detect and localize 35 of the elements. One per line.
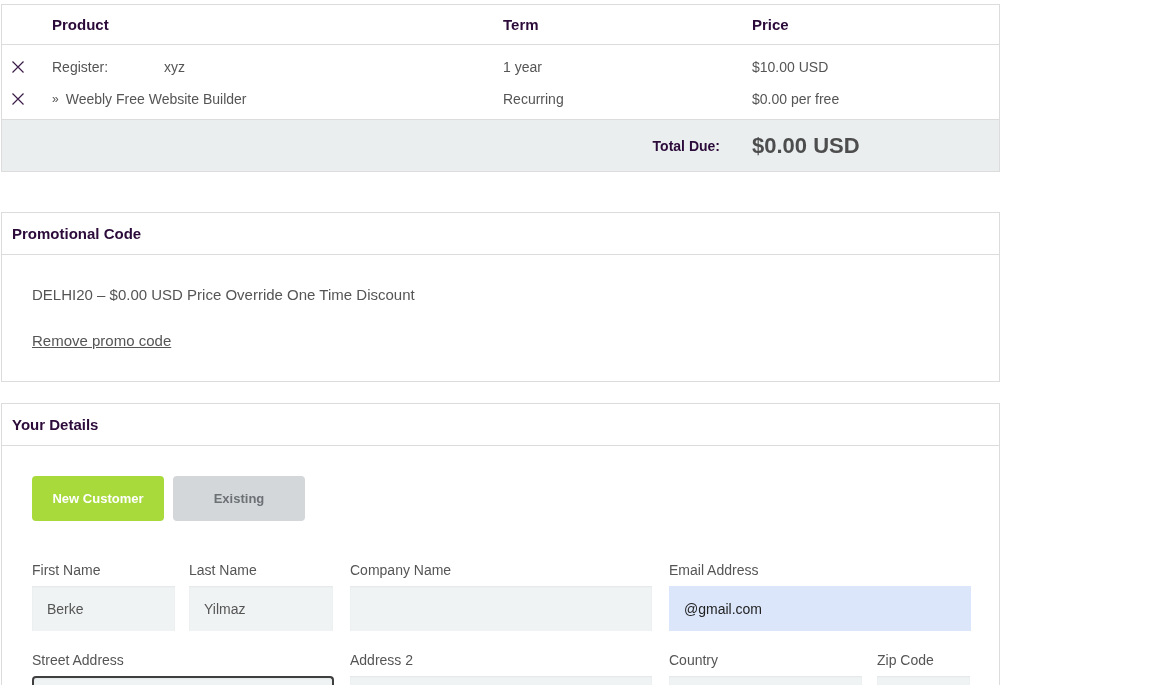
total-amount: $0.00 USD <box>752 132 860 159</box>
column-header: Term <box>503 16 539 33</box>
field-label: Last Name <box>189 561 258 579</box>
card-title: Promotional Code <box>12 225 142 242</box>
column-header: Product <box>52 16 109 33</box>
term-cell: Recurring <box>503 91 564 107</box>
input-field[interactable] <box>350 586 652 631</box>
input-field[interactable] <box>32 676 334 685</box>
field-label: Address 2 <box>350 651 415 669</box>
product-name: Weebly Free Website Builder <box>65 91 247 107</box>
input-field[interactable] <box>350 676 652 685</box>
term-cell: 1 year <box>503 59 542 75</box>
cross-icon[interactable] <box>12 61 24 73</box>
field-label: Country <box>669 651 720 669</box>
input-field[interactable]: Berke <box>32 586 175 631</box>
addon-prefix: » <box>52 92 59 106</box>
field-label: Street Address <box>32 651 125 669</box>
total-label: Total Due: <box>652 137 721 154</box>
column-header: Price <box>752 16 789 33</box>
cross-icon[interactable] <box>12 93 24 105</box>
input-field[interactable]: @gmail.com <box>669 586 971 631</box>
input-field[interactable] <box>877 676 970 685</box>
field-label: First Name <box>32 561 102 579</box>
field-label: Company Name <box>350 561 453 579</box>
price-cell: $0.00 per free <box>752 91 840 107</box>
product-label: Register: <box>52 59 109 75</box>
price-cell: $10.00 USD <box>752 59 829 75</box>
field-label: Zip Code <box>877 651 935 669</box>
domain-name: xyz <box>164 59 186 75</box>
input-field[interactable]: Yilmaz <box>189 586 333 631</box>
card-title: Your Details <box>12 416 99 433</box>
promo-description: DELHI20 – $0.00 USD Price Override One Time Discount <box>32 285 415 305</box>
field-label: Email Address <box>669 561 760 579</box>
remove-promo-link[interactable]: Remove promo code <box>32 331 172 351</box>
input-field[interactable] <box>669 676 862 685</box>
